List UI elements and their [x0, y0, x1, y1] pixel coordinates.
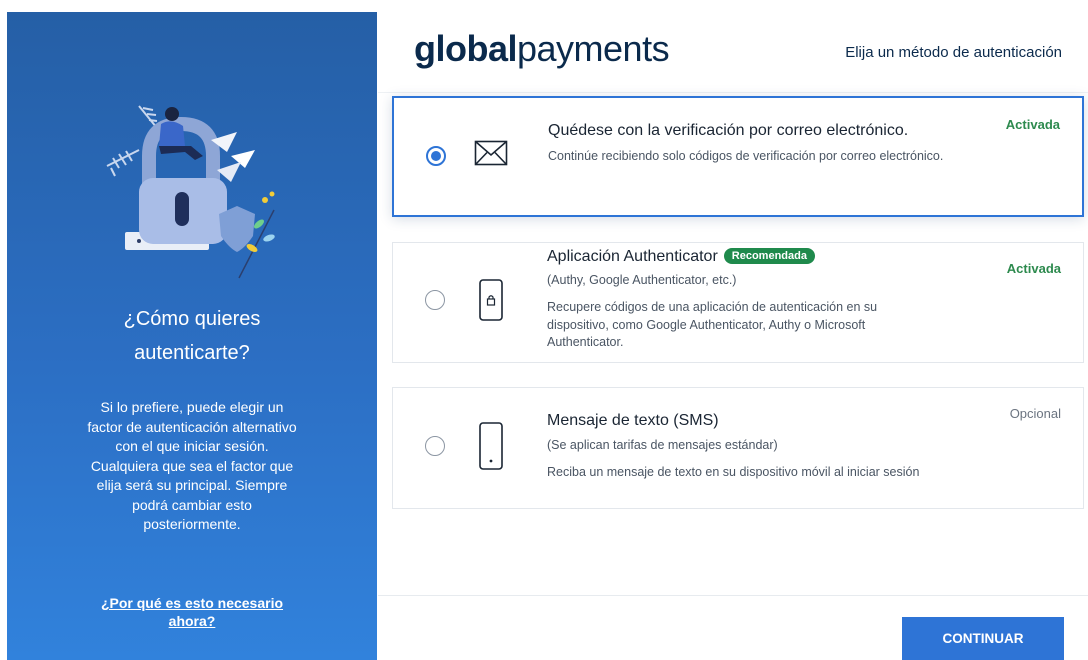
option-sms[interactable]: Mensaje de texto (SMS) (Se aplican tarif… [392, 387, 1084, 509]
left-info-panel: ¿Cómo quieres autenticarte? Si lo prefie… [7, 12, 377, 660]
brand-logo-bold: global [414, 28, 518, 69]
continue-button[interactable]: CONTINUAR [902, 617, 1064, 660]
option-sms-subtitle: (Se aplican tarifas de mensajes estándar… [547, 438, 778, 452]
option-authenticator-radio[interactable] [425, 290, 445, 310]
security-lock-illustration [106, 105, 275, 279]
option-sms-description: Reciba un mensaje de texto en su disposi… [547, 465, 920, 479]
option-authenticator-title: Aplicación Authenticator Recomendada [547, 248, 815, 266]
option-sms-title: Mensaje de texto (SMS) [547, 412, 719, 429]
option-authenticator[interactable]: Aplicación Authenticator Recomendada (Aut… [392, 242, 1084, 363]
brand-logo: globalpayments [414, 28, 670, 70]
recommended-badge: Recomendada [723, 248, 815, 264]
option-authenticator-subtitle: (Authy, Google Authenticator, etc.) [547, 273, 737, 287]
left-panel-title: ¿Cómo quieres autenticarte? [123, 308, 261, 364]
option-authenticator-status: Activada [1006, 261, 1061, 276]
mobile-phone-icon [479, 422, 503, 470]
option-authenticator-description: Recupere códigos de una aplicación de au… [547, 300, 878, 349]
footer-divider [378, 595, 1088, 596]
phone-lock-icon [479, 279, 503, 321]
option-email-description: Continúe recibiendo solo códigos de veri… [548, 149, 944, 163]
option-sms-status: Opcional [1009, 406, 1061, 421]
option-email-title: Quédese con la verificación por correo e… [548, 122, 909, 139]
brand-logo-rest: payments [517, 28, 670, 69]
option-email[interactable]: Quédese con la verificación por correo e… [392, 96, 1084, 217]
header-divider [378, 92, 1088, 93]
envelope-icon [474, 140, 508, 166]
option-email-status: Activada [1005, 117, 1060, 132]
option-sms-radio[interactable] [425, 436, 445, 456]
left-panel-description: Si lo prefiere, puede elegir un factor d… [87, 399, 297, 532]
page-title: Elija un método de autenticación [845, 44, 1062, 61]
why-necessary-link[interactable]: ¿Por qué es esto necesario ahora? [7, 594, 377, 630]
option-email-radio[interactable] [426, 146, 446, 166]
option-authenticator-title-text: Aplicación Authenticator [547, 248, 718, 265]
